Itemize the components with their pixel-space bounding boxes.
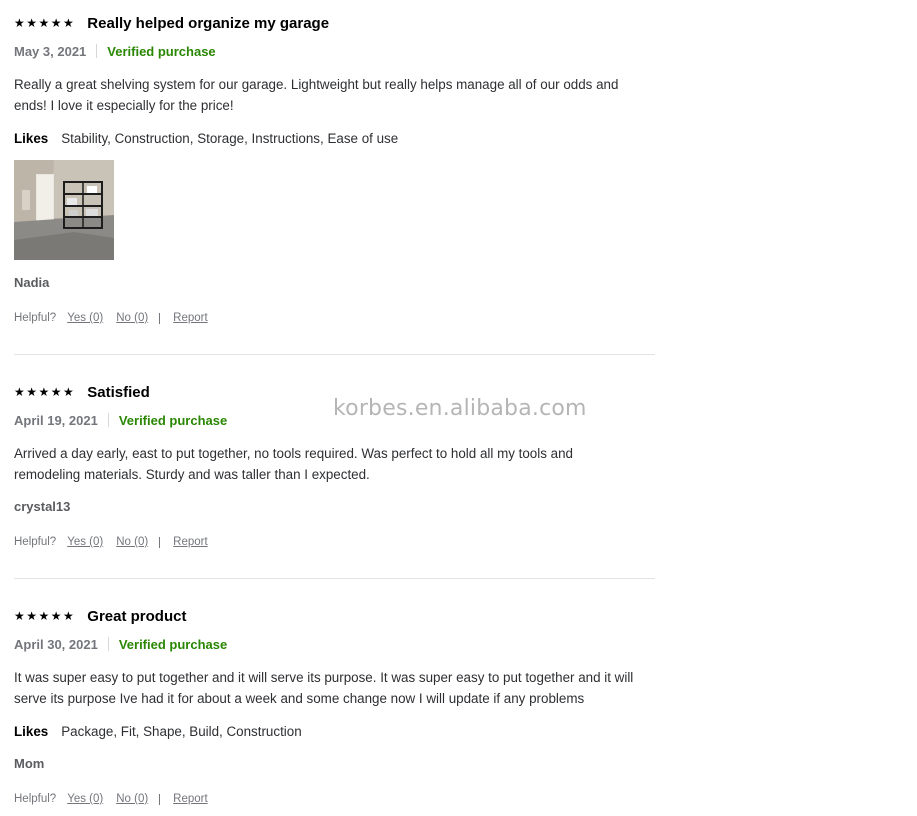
- helpful-separator: [159, 536, 161, 548]
- review-meta: April 30, 2021 Verified purchase: [14, 635, 655, 653]
- meta-separator: [107, 637, 109, 651]
- review-photo[interactable]: [14, 160, 114, 260]
- likes-values: Package, Fit, Shape, Build, Construction: [61, 723, 302, 739]
- helpful-label: Helpful?: [14, 536, 57, 548]
- review-meta: May 3, 2021 Verified purchase: [14, 42, 655, 60]
- review-likes: Likes Package, Fit, Shape, Build, Constr…: [14, 721, 655, 741]
- review-title: Satisfied: [87, 383, 150, 401]
- helpful-separator: [159, 793, 161, 805]
- review-header: ★★★★★ Great product: [14, 606, 655, 626]
- helpful-no-link[interactable]: No (0): [116, 793, 148, 805]
- review-title: Great product: [87, 607, 187, 625]
- meta-separator: [107, 413, 109, 427]
- review-date: May 3, 2021: [14, 43, 87, 59]
- review-date: April 30, 2021: [14, 636, 98, 652]
- verified-purchase-badge: Verified purchase: [118, 412, 228, 428]
- likes-label: Likes: [14, 723, 49, 739]
- review-1: ★★★★★ Really helped organize my garage M…: [14, 13, 655, 327]
- review-body: It was super easy to put together and it…: [14, 670, 634, 706]
- helpful-row: Helpful? Yes (0) No (0) Report: [14, 533, 655, 551]
- helpful-yes-link[interactable]: Yes (0): [67, 312, 103, 324]
- review-author: Mom: [14, 756, 45, 771]
- report-link[interactable]: Report: [173, 793, 208, 805]
- review-body: Really a great shelving system for our g…: [14, 77, 619, 113]
- helpful-row: Helpful? Yes (0) No (0) Report: [14, 790, 655, 808]
- report-link[interactable]: Report: [173, 312, 208, 324]
- helpful-label: Helpful?: [14, 312, 57, 324]
- helpful-yes-link[interactable]: Yes (0): [67, 793, 103, 805]
- review-date: April 19, 2021: [14, 412, 98, 428]
- report-link[interactable]: Report: [173, 536, 208, 548]
- review-divider: [14, 354, 655, 355]
- review-likes: Likes Stability, Construction, Storage, …: [14, 128, 655, 148]
- review-title: Really helped organize my garage: [87, 14, 330, 32]
- helpful-separator: [159, 312, 161, 324]
- review-3: ★★★★★ Great product April 30, 2021 Verif…: [14, 606, 655, 808]
- likes-values: Stability, Construction, Storage, Instru…: [61, 130, 399, 146]
- review-author: Nadia: [14, 275, 50, 290]
- verified-purchase-badge: Verified purchase: [107, 43, 216, 59]
- review-header: ★★★★★ Really helped organize my garage: [14, 13, 655, 33]
- helpful-label: Helpful?: [14, 793, 57, 805]
- helpful-row: Helpful? Yes (0) No (0) Report: [14, 309, 655, 327]
- review-body: Arrived a day early, east to put togethe…: [14, 446, 573, 482]
- review-author: crystal13: [14, 499, 71, 514]
- helpful-no-link[interactable]: No (0): [116, 536, 148, 548]
- star-rating: ★★★★★: [14, 16, 76, 30]
- helpful-yes-link[interactable]: Yes (0): [67, 536, 103, 548]
- verified-purchase-badge: Verified purchase: [118, 636, 228, 652]
- watermark: korbes.en.alibaba.com: [333, 396, 587, 421]
- likes-label: Likes: [14, 130, 49, 146]
- meta-separator: [96, 44, 98, 58]
- review-divider: [14, 578, 655, 579]
- helpful-no-link[interactable]: No (0): [116, 312, 148, 324]
- star-rating: ★★★★★: [14, 385, 76, 399]
- star-rating: ★★★★★: [14, 609, 76, 623]
